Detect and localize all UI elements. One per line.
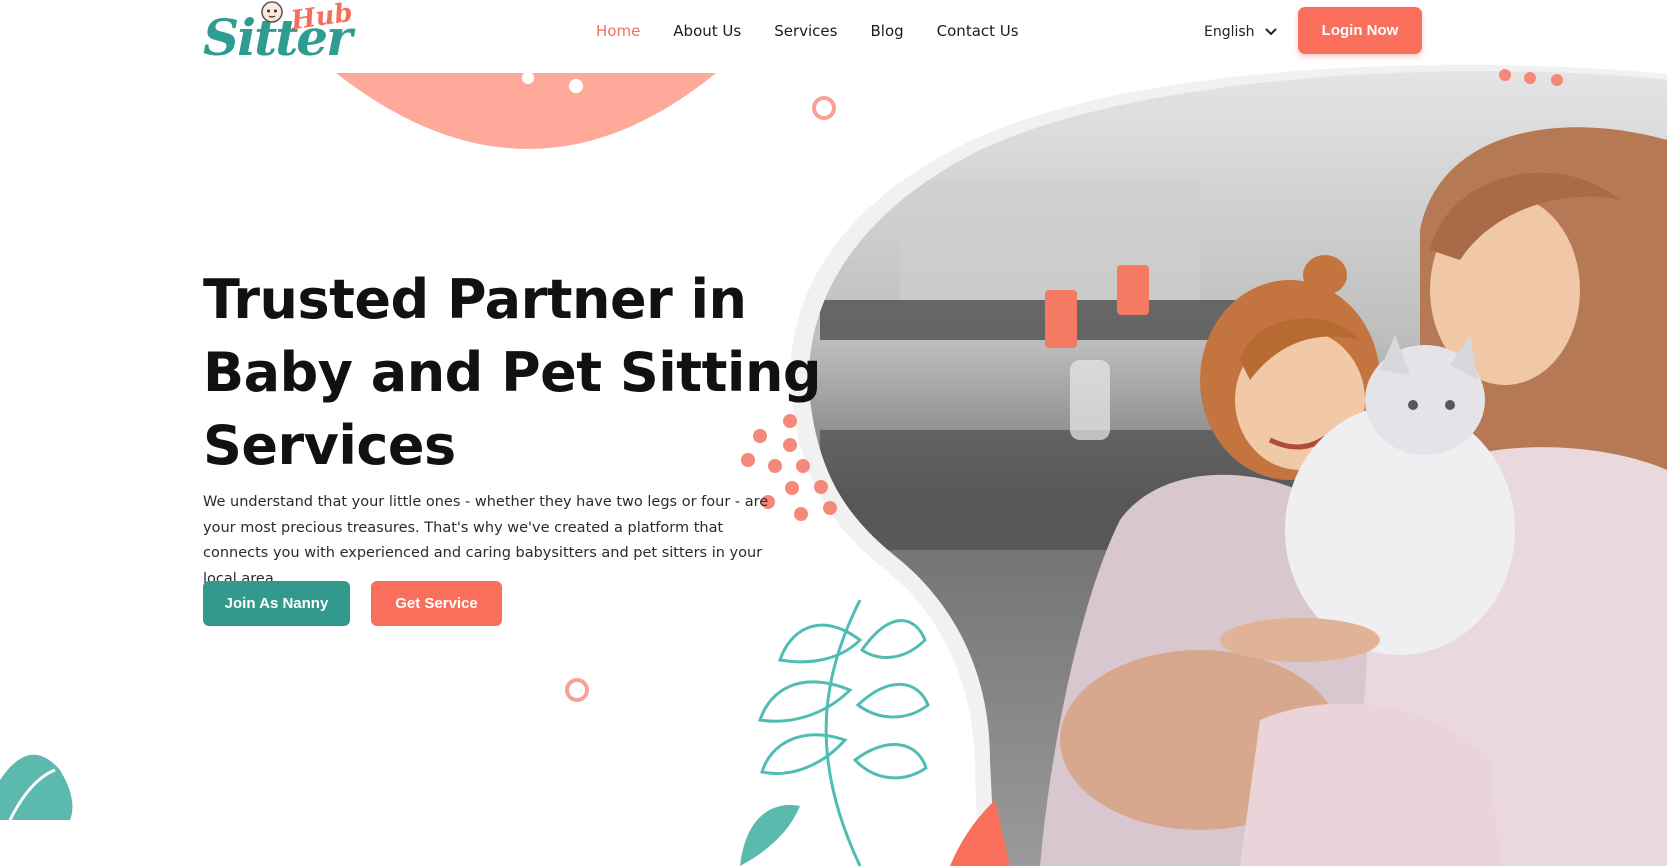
nav-contact-us[interactable]: Contact Us (937, 21, 1019, 41)
baby-face-icon (261, 1, 283, 23)
main-navigation: Home About Us Services Blog Contact Us (596, 21, 1052, 41)
hero-title-line: Trusted Partner in (203, 268, 747, 331)
get-service-button[interactable]: Get Service (371, 581, 502, 626)
hero-title-line: Services (203, 414, 456, 477)
language-selector[interactable]: English (1204, 22, 1277, 42)
chevron-down-icon (1265, 28, 1277, 36)
hero-title: Trusted Partner in Baby and Pet Sitting … (203, 263, 823, 482)
login-button[interactable]: Login Now (1298, 7, 1422, 54)
join-as-nanny-button[interactable]: Join As Nanny (203, 581, 350, 626)
site-logo[interactable]: Sitter Hub (203, 0, 354, 70)
nav-about-us[interactable]: About Us (673, 21, 741, 41)
language-label: English (1204, 24, 1255, 40)
hero-description: We understand that your little ones - wh… (203, 494, 769, 587)
nav-home[interactable]: Home (596, 21, 640, 41)
leaf-front (740, 599, 930, 866)
nav-services[interactable]: Services (774, 21, 837, 41)
nav-blog[interactable]: Blog (870, 21, 903, 41)
hero-title-line: Baby and Pet Sitting (203, 341, 822, 404)
